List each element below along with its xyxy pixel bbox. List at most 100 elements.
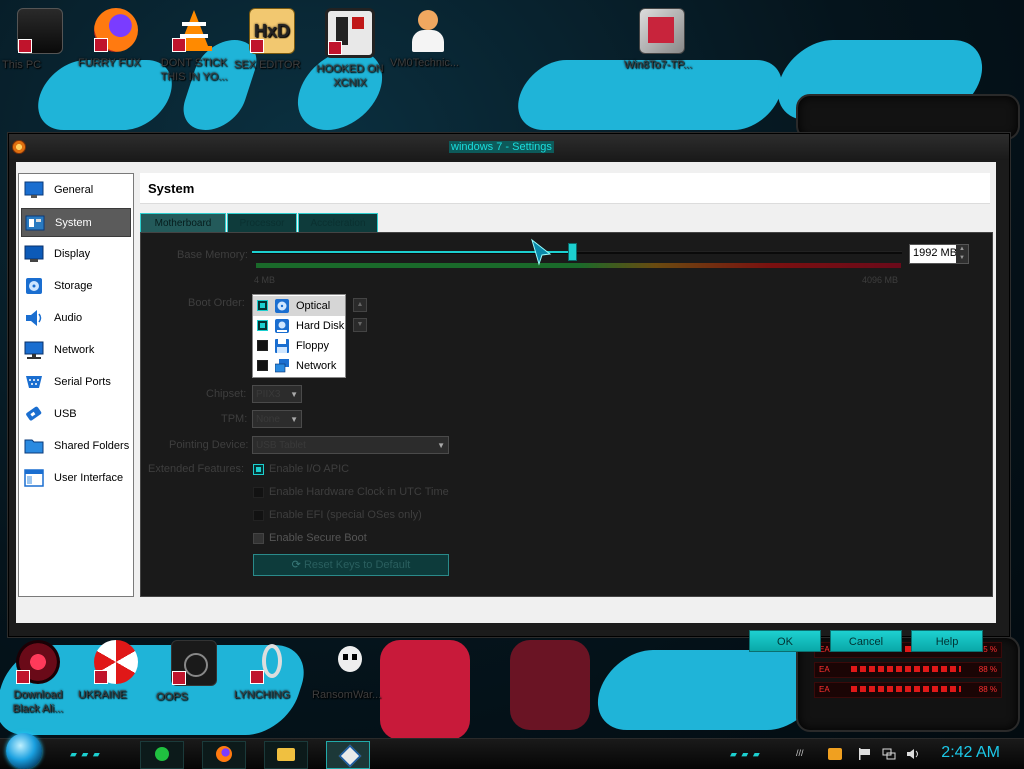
- secure-boot-checkbox[interactable]: [253, 533, 264, 544]
- memory-slider-handle[interactable]: [567, 243, 577, 261]
- radiation-icon: [94, 640, 138, 684]
- package-icon: [639, 8, 685, 54]
- skull-icon: [328, 640, 372, 684]
- utc-clock-label: Enable Hardware Clock in UTC Time: [269, 486, 449, 498]
- boot-item-floppy[interactable]: Floppy: [253, 336, 345, 356]
- sidebar-item-audio[interactable]: Audio: [21, 304, 131, 333]
- desktop-icon-this-pc[interactable]: This PC: [2, 8, 78, 71]
- taskbar-decoration: ▰ ▰ ▰: [730, 749, 761, 759]
- chevron-down-icon: ▼: [437, 441, 445, 450]
- boot-order-list[interactable]: Optical Hard Disk Floppy Network: [252, 294, 346, 378]
- taskbar-app-explorer[interactable]: [264, 741, 308, 769]
- title-bar[interactable]: windows 7 - Settings: [9, 134, 1009, 160]
- tpm-select[interactable]: None ▼: [252, 410, 302, 428]
- boot-item-optical[interactable]: Optical: [253, 296, 345, 316]
- flag-icon[interactable]: [858, 748, 872, 760]
- taskbar-app-chat[interactable]: [140, 741, 184, 769]
- vlc-icon: [172, 8, 216, 52]
- sidebar-item-shared-folders[interactable]: Shared Folders: [21, 432, 131, 461]
- boot-item-hard-disk[interactable]: Hard Disk: [253, 316, 345, 336]
- desktop-icon-oops[interactable]: OOPS: [156, 640, 232, 703]
- memory-max-label: 4096 MB: [862, 275, 899, 285]
- memory-slider-fill: [252, 251, 571, 253]
- cancel-button[interactable]: Cancel: [830, 630, 902, 652]
- boot-move-down-button[interactable]: ▼: [353, 318, 367, 332]
- boot-network-checkbox[interactable]: [257, 360, 268, 371]
- show-hidden-icons[interactable]: ///: [796, 748, 810, 760]
- window-title: windows 7 - Settings: [449, 141, 554, 153]
- dialog-body: General System Display Storage Audio Net…: [16, 162, 996, 652]
- memory-spin-arrows[interactable]: ▲ ▼: [956, 245, 968, 263]
- sidebar-item-display[interactable]: Display: [21, 240, 131, 269]
- chevron-down-icon: ▼: [290, 390, 298, 399]
- app-tray-icon[interactable]: [828, 748, 842, 760]
- sidebar-item-system[interactable]: System: [21, 208, 131, 237]
- doctor-icon: [406, 8, 450, 52]
- sidebar-item-serial-ports[interactable]: Serial Ports: [21, 368, 131, 397]
- chevron-down-icon: ▼: [290, 415, 298, 424]
- network-boot-icon: [275, 359, 289, 373]
- firefox-icon: [94, 8, 138, 52]
- floppy-icon: [275, 339, 289, 353]
- desktop-icon-ransomware[interactable]: RansomWar...: [312, 640, 388, 701]
- boot-order-label: Boot Order:: [188, 297, 245, 309]
- panel-header: System: [140, 173, 990, 204]
- desktop-icon-dont-stick[interactable]: DONT STICK THIS IN YO...: [156, 8, 232, 83]
- mouse-cursor: [531, 238, 552, 266]
- taskbar-app-firefox[interactable]: [202, 741, 246, 769]
- desktop-icon-lynching[interactable]: LYNCHING: [234, 640, 310, 701]
- settings-window: windows 7 - Settings General System Disp…: [8, 133, 1010, 652]
- desktop-icon-furry-fux[interactable]: FURRY FUX: [78, 8, 154, 69]
- network-status-icon[interactable]: [882, 748, 896, 760]
- sidebar-item-usb[interactable]: USB: [21, 400, 131, 429]
- io-apic-label: Enable I/O APIC: [269, 463, 350, 475]
- taskbar: ▰ ▰ ▰ ▰ ▰ ▰ /// 2:42 AM: [0, 733, 1024, 769]
- boot-floppy-checkbox[interactable]: [257, 340, 268, 351]
- virtualbox-icon: [338, 744, 362, 768]
- tab-acceleration[interactable]: Acceleration: [298, 213, 378, 234]
- desktop-icon-download-black-ali[interactable]: Download Black Ali...: [0, 640, 76, 715]
- network-icon: [24, 341, 44, 359]
- tab-processor[interactable]: Processor: [227, 213, 297, 234]
- storage-disc-icon: [26, 278, 42, 294]
- chat-icon: [155, 747, 169, 761]
- chipset-label: Chipset:: [206, 388, 247, 400]
- sidebar-item-network[interactable]: Network: [21, 336, 131, 365]
- extended-features-label: Extended Features:: [148, 463, 245, 475]
- start-button[interactable]: [6, 733, 42, 769]
- speaker-icon: [26, 310, 42, 326]
- boot-move-up-button[interactable]: ▲: [353, 298, 367, 312]
- app-icon: [325, 8, 375, 58]
- taskbar-app-virtualbox[interactable]: [326, 741, 370, 769]
- usb-icon: [26, 406, 42, 421]
- sidebar-item-general[interactable]: General: [21, 176, 131, 205]
- tab-motherboard[interactable]: Motherboard: [140, 213, 226, 234]
- taskbar-clock[interactable]: 2:42 AM: [941, 744, 1000, 762]
- desktop-icon-hooked-on-xcnix[interactable]: HOOKED ON XCNIX: [312, 8, 388, 89]
- reset-keys-button[interactable]: ⟳ Reset Keys to Default: [253, 554, 449, 576]
- ok-button[interactable]: OK: [749, 630, 821, 652]
- io-apic-checkbox[interactable]: [253, 464, 264, 475]
- boot-item-network[interactable]: Network: [253, 356, 345, 376]
- sidebar-item-user-interface[interactable]: User Interface: [21, 464, 131, 493]
- boot-optical-checkbox[interactable]: [257, 300, 268, 311]
- volume-icon[interactable]: [906, 748, 920, 760]
- boot-hard-disk-checkbox[interactable]: [257, 320, 268, 331]
- motherboard-icon: [25, 215, 45, 231]
- hxd-editor-icon: HxD: [249, 8, 295, 54]
- memory-spinbox[interactable]: 1992 MB ▲ ▼: [909, 244, 969, 264]
- chipset-select[interactable]: PIIX3 ▼: [252, 385, 302, 403]
- glitch-icon: [171, 640, 217, 686]
- monitor-icon: [24, 181, 44, 198]
- sidebar-item-storage[interactable]: Storage: [21, 272, 131, 301]
- computer-icon: [17, 8, 63, 54]
- help-button[interactable]: Help: [911, 630, 983, 652]
- pointing-device-select[interactable]: USB Tablet ▼: [252, 436, 449, 454]
- utc-clock-checkbox[interactable]: [253, 487, 264, 498]
- desktop-icon-sex-editor[interactable]: HxD SEX EDITOR: [234, 8, 310, 71]
- desktop-icon-win8to7[interactable]: Win8To7-TP...: [624, 8, 700, 71]
- desktop-icon-ukraine[interactable]: UKRAINE: [78, 640, 154, 701]
- desktop-icon-vm0technic[interactable]: VM0Technic...: [390, 8, 466, 69]
- efi-checkbox[interactable]: [253, 510, 264, 521]
- secure-boot-label: Enable Secure Boot: [269, 532, 367, 544]
